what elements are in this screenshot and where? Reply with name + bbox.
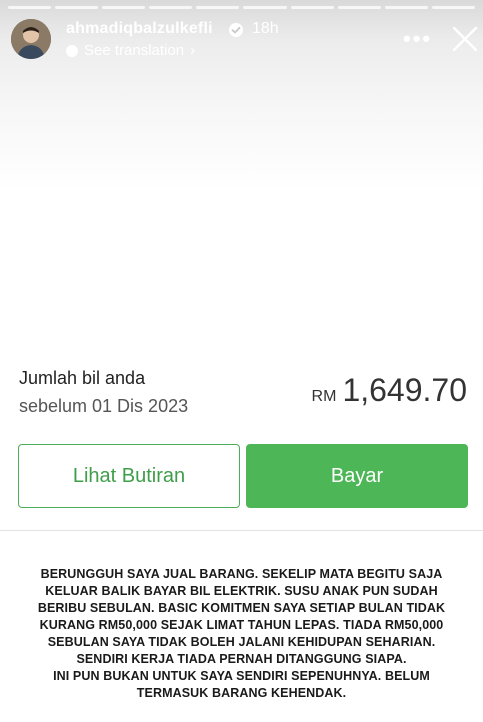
- avatar-image: [11, 19, 51, 59]
- bill-amount: RM 1,649.70: [312, 372, 467, 409]
- story-caption: BERUNGGUH SAYA JUAL BARANG. SEKELIP MATA…: [20, 566, 463, 702]
- see-translation-label: See translation: [84, 42, 185, 59]
- story-timestamp: 18h: [252, 20, 279, 37]
- caption-line: KELUAR BALIK BAYAR BIL ELEKTRIK. SUSU AN…: [45, 584, 438, 598]
- verified-badge-icon: [229, 23, 243, 37]
- bill-currency: RM: [311, 388, 337, 405]
- chevron-right-icon: ›: [190, 42, 196, 59]
- progress-segment: [196, 6, 240, 9]
- bill-total-label: Jumlah bil anda: [19, 368, 146, 388]
- progress-segment: [431, 6, 475, 9]
- caption-line: KURANG RM50,000 SEJAK LIMAT TAHUN LEPAS.…: [39, 618, 444, 632]
- progress-segment: [55, 6, 99, 9]
- caption-line: TERMASUK BARANG KEHENDAK.: [136, 686, 347, 700]
- translate-icon: [66, 44, 78, 57]
- progress-segment: [8, 6, 52, 9]
- story-progress-bar: [8, 6, 475, 9]
- bill-amount-value: 1,649.70: [342, 372, 467, 408]
- caption-line: INI PUN BUKAN UNTUK SAYA SENDIRI SEPENUH…: [53, 669, 430, 683]
- caption-line: SENDIRI KERJA TIADA PERNAH DITANGGUNG SI…: [76, 652, 407, 666]
- progress-segment: [102, 6, 146, 9]
- story-username[interactable]: ahmadiqbalzulkefli: [66, 20, 213, 38]
- divider: [0, 530, 483, 531]
- caption-line: BERUNGGUH SAYA JUAL BARANG. SEKELIP MATA…: [40, 567, 443, 581]
- close-icon[interactable]: [450, 24, 480, 54]
- see-translation-link[interactable]: See translation ›: [66, 42, 195, 59]
- bill-due-date: sebelum 01 Dis 2023: [19, 396, 189, 416]
- caption-line: BERIBU SEBULAN. BASIC KOMITMEN SAYA SETI…: [37, 601, 446, 615]
- more-options-icon[interactable]: •••: [403, 26, 432, 52]
- pay-button[interactable]: Bayar: [246, 444, 468, 508]
- progress-segment: [149, 6, 193, 9]
- progress-segment: [243, 6, 287, 9]
- avatar[interactable]: [11, 19, 51, 59]
- caption-line: SEBULAN SAYA TIDAK BOLEH JALANI KEHIDUPA…: [47, 635, 436, 649]
- progress-segment: [290, 6, 334, 9]
- progress-segment: [337, 6, 381, 9]
- view-details-button[interactable]: Lihat Butiran: [18, 444, 240, 508]
- progress-segment: [384, 6, 428, 9]
